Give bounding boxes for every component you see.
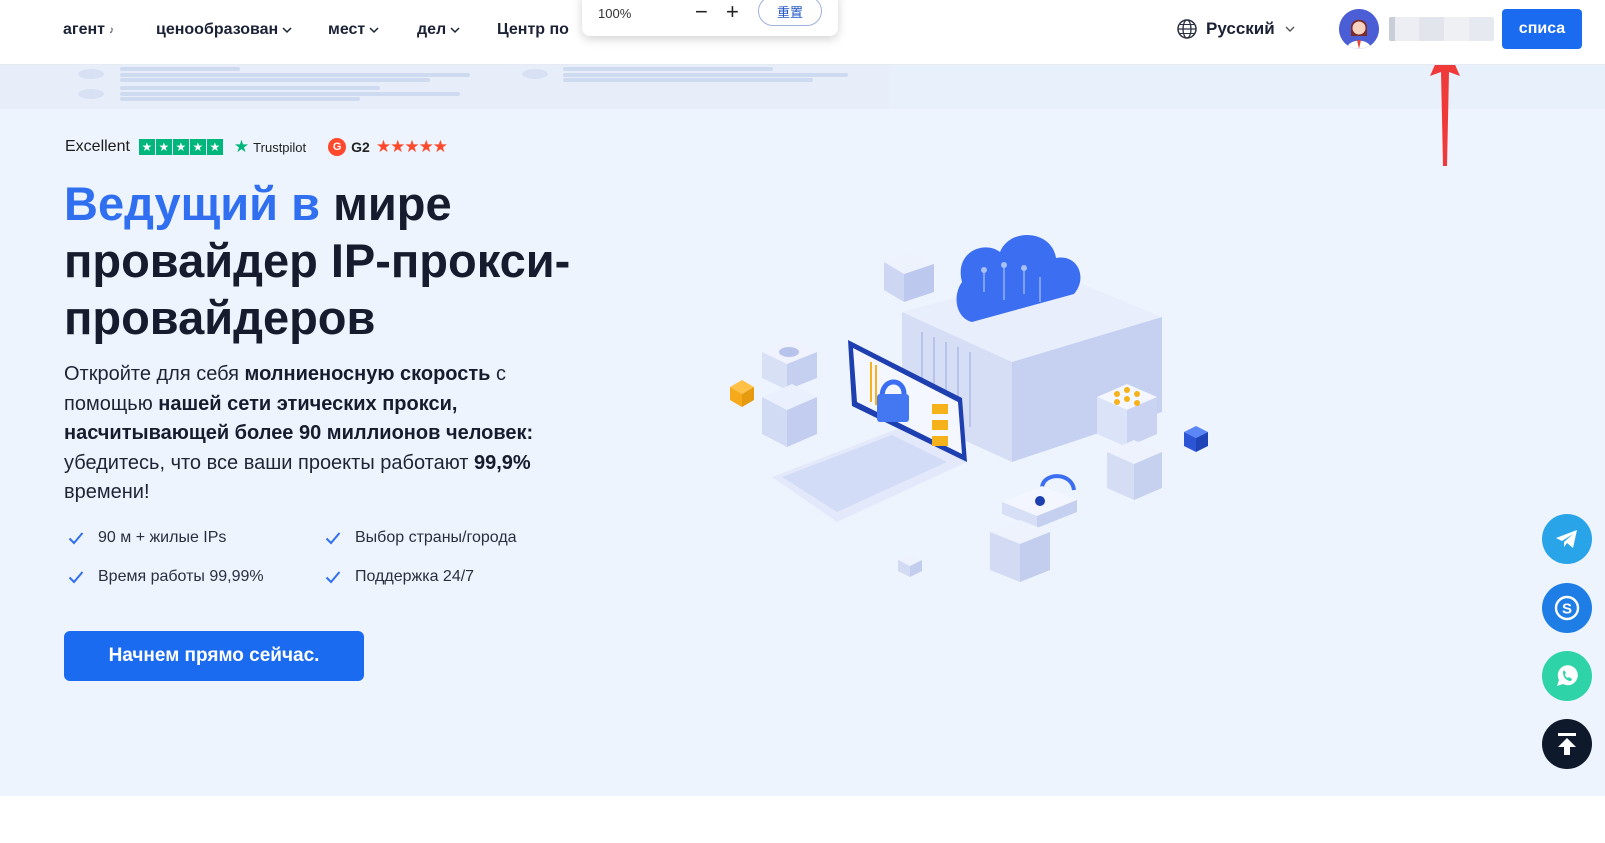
- g2-label: G2: [351, 139, 370, 155]
- skype-button[interactable]: S: [1542, 583, 1592, 633]
- nav-item-agent[interactable]: агент ♪: [63, 19, 114, 41]
- desc-part: убедитесь, что все ваши проекты работают: [64, 451, 474, 474]
- get-started-button[interactable]: Начнем прямо сейчас.: [64, 631, 364, 681]
- rating-excellent-label: Excellent: [65, 138, 130, 155]
- globe-icon: [1177, 19, 1197, 39]
- zoom-reset-button[interactable]: 重置: [758, 0, 822, 26]
- cloud-security-illustration: [730, 234, 1208, 582]
- chevron-down-icon: [450, 27, 460, 34]
- trustpilot-star-icon: ★: [233, 137, 250, 156]
- nav-item-label: агент: [63, 21, 105, 38]
- feature-label: Время работы 99,99%: [98, 568, 264, 585]
- feature-label: Поддержка 24/7: [355, 568, 475, 585]
- hero-headline: Ведущий в мире провайдер IP-прокси-прова…: [64, 175, 624, 346]
- check-icon: [325, 532, 341, 545]
- language-selector[interactable]: Русский: [1176, 18, 1295, 40]
- avatar[interactable]: [1339, 9, 1379, 49]
- user-avatar-icon: [1339, 9, 1379, 49]
- back-to-top-button[interactable]: [1542, 719, 1592, 769]
- nav-item-label: мест: [328, 21, 366, 38]
- headline-highlight: Ведущий в: [64, 177, 321, 230]
- desc-bold: 99,9%: [473, 451, 531, 474]
- whatsapp-icon: [1557, 665, 1578, 686]
- check-icon: [68, 532, 84, 545]
- language-label: Русский: [1206, 19, 1275, 38]
- zoom-in-button[interactable]: +: [726, 0, 739, 25]
- feature-label: Выбор страны/города: [355, 529, 517, 546]
- nav-item-label: Центр по: [497, 21, 569, 38]
- telegram-button[interactable]: [1542, 514, 1592, 564]
- nav-item-use-cases[interactable]: дел: [417, 19, 460, 41]
- desc-part: времени!: [64, 481, 150, 503]
- star-icon: ★: [172, 139, 189, 155]
- faded-background-strip: [0, 65, 1605, 109]
- g2-stars: ★★★★★: [375, 137, 448, 156]
- trustpilot-stars: ★ ★ ★ ★ ★: [138, 139, 224, 155]
- nav-item-help-center[interactable]: Центр по: [497, 19, 569, 41]
- zoom-popup: 100% − + 重置: [582, 0, 838, 36]
- star-icon: ★: [206, 139, 223, 155]
- trustpilot-logo[interactable]: ★ Trustpilot: [234, 137, 306, 157]
- g2-rating[interactable]: G G2 ★★★★★: [328, 137, 448, 157]
- username-redacted: [1389, 17, 1494, 41]
- chevron-down-icon: [1285, 26, 1295, 32]
- nav-item-label: ценообразован: [156, 21, 279, 38]
- star-icon: ★: [138, 139, 155, 155]
- star-icon: ★: [189, 139, 206, 155]
- feature-item: Поддержка 24/7: [325, 566, 474, 588]
- zoom-percent: 100%: [598, 6, 632, 21]
- desc-part: Откройте для себя: [64, 363, 245, 385]
- nav-item-suffix: ♪: [108, 24, 114, 36]
- rating-bar: Excellent ★ ★ ★ ★ ★ ★ Trustpilot G G2 ★★…: [65, 136, 448, 158]
- hero-description: Откройте для себя молниеносную скорость …: [64, 360, 564, 508]
- desc-bold: молниеносную скорость: [244, 363, 491, 385]
- skype-icon: S: [1554, 595, 1580, 621]
- header-cta-button[interactable]: списа: [1502, 9, 1582, 49]
- nav-item-label: дел: [417, 21, 447, 38]
- check-icon: [325, 571, 341, 584]
- feature-item: 90 м + жилые IPs: [68, 527, 226, 549]
- chevron-down-icon: [369, 27, 379, 34]
- g2-logo-icon: G: [328, 138, 347, 156]
- feature-label: 90 м + жилые IPs: [98, 529, 227, 546]
- svg-text:S: S: [1562, 601, 1572, 618]
- chevron-down-icon: [282, 27, 292, 34]
- zoom-out-button[interactable]: −: [695, 0, 708, 25]
- nav-item-locations[interactable]: мест: [328, 19, 379, 41]
- telegram-icon: [1556, 530, 1577, 548]
- check-icon: [68, 571, 84, 584]
- nav-item-pricing[interactable]: ценообразован: [156, 19, 292, 41]
- feature-item: Время работы 99,99%: [68, 566, 264, 588]
- trustpilot-label: Trustpilot: [253, 139, 307, 155]
- feature-item: Выбор страны/города: [325, 527, 517, 549]
- whatsapp-button[interactable]: [1542, 651, 1592, 701]
- star-icon: ★: [155, 139, 172, 155]
- arrow-up-to-top-icon: [1558, 733, 1576, 755]
